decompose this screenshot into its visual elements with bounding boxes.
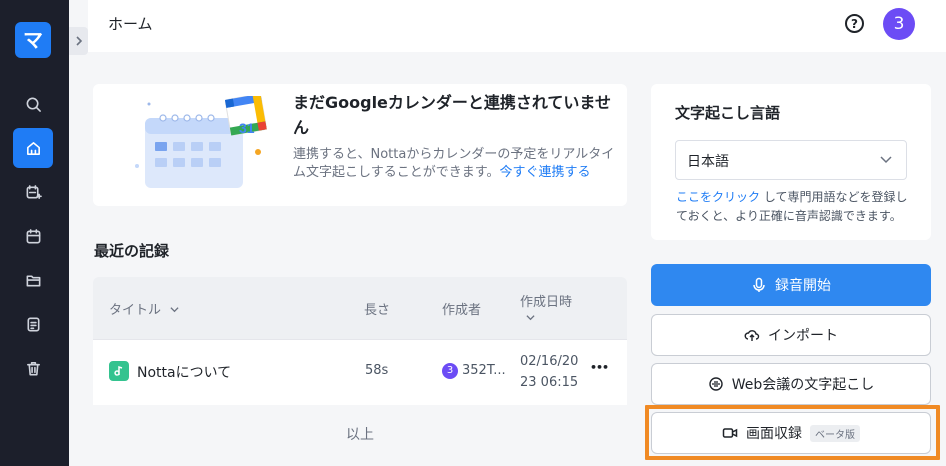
calendar-icon[interactable] — [13, 216, 53, 256]
column-title-label: タイトル — [109, 303, 162, 318]
record-title[interactable]: Nottaについて — [137, 362, 231, 382]
column-creator: 作成者 — [442, 303, 482, 318]
report-icon[interactable] — [13, 304, 53, 344]
import-button[interactable]: インポート — [651, 314, 931, 356]
page-title: ホーム — [108, 15, 153, 33]
record-date-line: 02/16/20 — [520, 354, 579, 369]
column-created-label: 作成日時 — [520, 295, 573, 310]
creator-avatar: 3 — [442, 363, 458, 379]
chevron-right-icon — [75, 36, 82, 46]
more-options-icon[interactable]: ••• — [590, 361, 609, 374]
calendar-day-label: 31 — [239, 120, 255, 136]
search-icon[interactable] — [13, 84, 53, 124]
column-created[interactable]: 作成日時 — [520, 291, 572, 326]
folder-icon[interactable] — [13, 260, 53, 300]
connect-now-link[interactable]: 今すぐ連携する — [499, 165, 590, 180]
web-meeting-button[interactable]: Web会議の文字起こし — [651, 363, 931, 405]
header — [88, 0, 946, 52]
chevron-down-icon — [880, 156, 892, 164]
record-creator: 352T... — [462, 363, 506, 378]
record-length: 58s — [365, 363, 389, 378]
column-title[interactable]: タイトル — [109, 299, 179, 318]
web-meeting-label: Web会議の文字起こし — [731, 377, 875, 393]
custom-terms-link[interactable]: ここをクリック — [676, 190, 760, 204]
app-logo[interactable]: マ — [15, 22, 51, 58]
record-file-icon — [109, 361, 129, 381]
chevron-down-icon — [526, 315, 535, 321]
chevron-down-icon — [170, 307, 179, 313]
record-time-line: 23 06:15 — [520, 375, 579, 390]
record-date: 02/16/20 23 06:15 — [520, 351, 578, 393]
cloud-upload-icon — [744, 330, 760, 341]
home-icon[interactable] — [13, 128, 53, 168]
calendar-illustration: 31 — [135, 96, 267, 188]
start-recording-button[interactable]: 録音開始 — [651, 264, 931, 306]
language-title: 文字起こし言語 — [675, 104, 781, 122]
sidebar-toggle-button[interactable] — [69, 27, 88, 55]
help-icon[interactable]: ? — [845, 14, 864, 33]
microphone-icon — [753, 277, 765, 292]
language-note: ここをクリック して専門用語などを登録しておくと、より正確に音声認識できます。 — [676, 188, 916, 226]
promo-title: まだGoogleカレンダーと連携されていません — [293, 93, 611, 137]
promo-description: 連携すると、Nottaからカレンダーの予定をリアルタイム文字起こしすることができ… — [293, 146, 618, 182]
calendar-add-icon[interactable] — [13, 172, 53, 212]
highlight-frame — [645, 405, 940, 460]
language-selected-value: 日本語 — [687, 154, 729, 170]
web-meeting-icon — [709, 377, 723, 391]
import-label: インポート — [768, 328, 838, 344]
trash-icon[interactable] — [13, 348, 53, 388]
recent-records-title: 最近の記録 — [94, 242, 170, 260]
column-length: 長さ — [364, 303, 391, 318]
end-of-list-label: 以上 — [346, 427, 374, 443]
start-recording-label: 録音開始 — [775, 278, 831, 294]
avatar[interactable]: 3 — [883, 8, 915, 40]
